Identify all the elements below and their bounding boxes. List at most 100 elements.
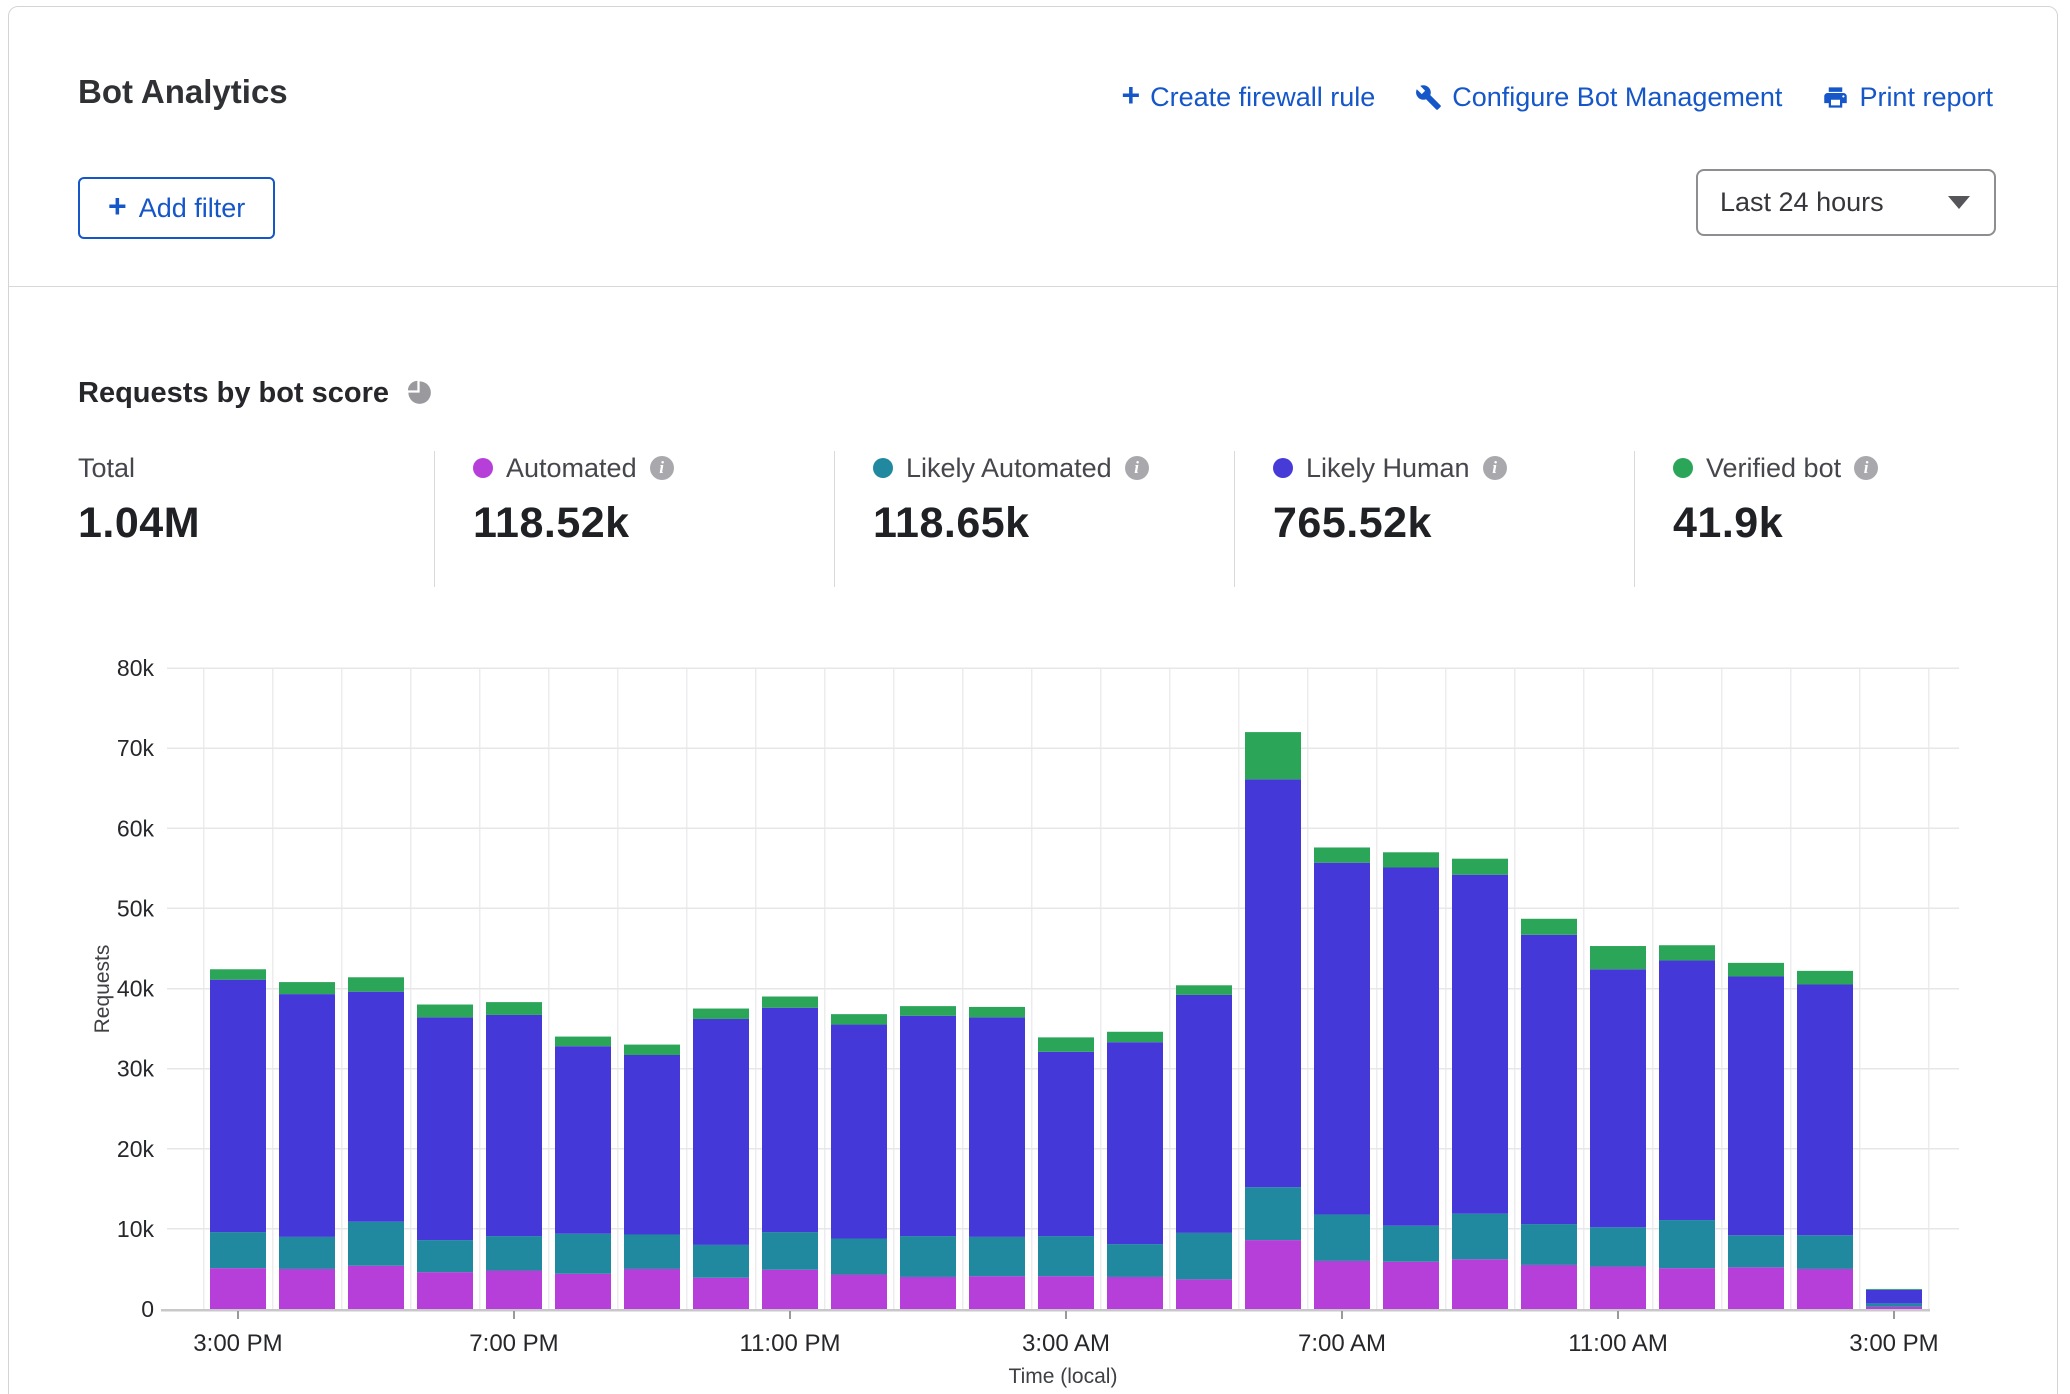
y-tick-label: 30k <box>117 1056 155 1082</box>
bar-segment-likely-automated <box>831 1238 887 1274</box>
stat-likely-automated-value: 118.65k <box>873 499 1234 548</box>
bar-segment-verified-bot <box>900 1006 956 1016</box>
bar-segment-verified-bot <box>1383 852 1439 867</box>
bar-segment-automated <box>693 1278 749 1309</box>
bar-segment-likely-automated <box>624 1234 680 1268</box>
stat-likely-human[interactable]: Likely Human 765.52k <box>1234 451 1634 587</box>
bar-segment-likely-human <box>1383 868 1439 1226</box>
legend-dot-verified-bot <box>1673 458 1693 478</box>
print-report-label: Print report <box>1859 82 1993 113</box>
x-tick-label: 3:00 PM <box>193 1330 282 1357</box>
bar-segment-likely-automated <box>1245 1187 1301 1240</box>
info-icon[interactable] <box>650 456 674 480</box>
bar-segment-likely-human <box>555 1046 611 1233</box>
wrench-icon <box>1415 84 1442 111</box>
y-tick-label: 40k <box>117 976 155 1002</box>
stat-verified-bot-value: 41.9k <box>1673 499 2034 548</box>
bar-segment-likely-human <box>1590 969 1646 1227</box>
bar-segment-verified-bot <box>1590 946 1646 969</box>
bar-segment-likely-automated <box>1797 1235 1853 1269</box>
bar-segment-likely-automated <box>693 1245 749 1278</box>
x-tick-label: 7:00 PM <box>469 1330 558 1357</box>
info-icon[interactable] <box>1483 456 1507 480</box>
bar-segment-likely-automated <box>486 1236 542 1270</box>
requests-chart: 010k20k30k40k50k60k70k80k3:00 PM7:00 PM1… <box>9 641 2063 1394</box>
y-tick-label: 70k <box>117 735 155 761</box>
bar-segment-automated <box>1728 1267 1784 1309</box>
bar-segment-verified-bot <box>1521 919 1577 935</box>
stat-automated[interactable]: Automated 118.52k <box>434 451 834 587</box>
y-tick-label: 60k <box>117 815 155 841</box>
x-axis-title: Time (local) <box>1009 1365 1118 1388</box>
bar-segment-likely-human <box>1659 960 1715 1220</box>
bar-segment-likely-automated <box>417 1240 473 1272</box>
stat-verified-bot[interactable]: Verified bot 41.9k <box>1634 451 2034 587</box>
stat-total: Total 1.04M <box>78 451 434 587</box>
stat-total-label: Total <box>78 453 135 484</box>
header-divider <box>9 286 2057 287</box>
add-filter-button[interactable]: + Add filter <box>78 177 275 239</box>
page-title: Bot Analytics <box>78 73 288 111</box>
bar-segment-likely-automated <box>555 1234 611 1274</box>
analytics-card: Bot Analytics + Create firewall rule Con… <box>8 6 2058 1394</box>
info-icon[interactable] <box>1125 456 1149 480</box>
bar-segment-likely-human <box>1866 1290 1922 1304</box>
bar-segment-likely-automated <box>1866 1303 1922 1306</box>
bar-segment-likely-human <box>969 1017 1025 1237</box>
bar-segment-automated <box>624 1269 680 1309</box>
bar-segment-likely-human <box>1245 779 1301 1187</box>
bar-segment-verified-bot <box>624 1045 680 1055</box>
info-icon[interactable] <box>1854 456 1878 480</box>
bar-segment-verified-bot <box>1314 847 1370 862</box>
bar-segment-automated <box>1314 1261 1370 1309</box>
x-tick-label: 3:00 PM <box>1849 1330 1938 1357</box>
stat-likely-automated[interactable]: Likely Automated 118.65k <box>834 451 1234 587</box>
bar-segment-likely-automated <box>762 1232 818 1270</box>
bar-segment-verified-bot <box>1176 985 1232 995</box>
x-tick-label: 7:00 AM <box>1298 1330 1386 1357</box>
bar-segment-likely-automated <box>1659 1220 1715 1268</box>
bar-segment-likely-automated <box>1590 1227 1646 1266</box>
bar-segment-automated <box>555 1274 611 1309</box>
bar-segment-likely-automated <box>1176 1233 1232 1279</box>
bar-segment-verified-bot <box>762 997 818 1008</box>
bar-segment-verified-bot <box>831 1014 887 1024</box>
bar-segment-automated <box>1797 1269 1853 1309</box>
bar-segment-likely-human <box>624 1055 680 1234</box>
stacked-bar-chart: 010k20k30k40k50k60k70k80k3:00 PM7:00 PM1… <box>9 641 2063 1394</box>
bar-segment-automated <box>279 1269 335 1309</box>
bar-segment-likely-automated <box>279 1237 335 1269</box>
bot-analytics-page: Bot Analytics + Create firewall rule Con… <box>0 0 2070 1394</box>
configure-bot-management-link[interactable]: Configure Bot Management <box>1415 82 1782 113</box>
bar-segment-verified-bot <box>1038 1037 1094 1051</box>
stat-automated-value: 118.52k <box>473 499 834 548</box>
section-heading: Requests by bot score <box>78 377 432 410</box>
y-tick-label: 10k <box>117 1216 155 1242</box>
bar-segment-verified-bot <box>1866 1289 1922 1290</box>
header-actions: + Create firewall rule Configure Bot Man… <box>1121 81 1993 113</box>
bar-segment-likely-human <box>1521 935 1577 1224</box>
bar-segment-likely-human <box>1452 875 1508 1214</box>
create-firewall-rule-link[interactable]: + Create firewall rule <box>1121 81 1375 113</box>
bar-segment-verified-bot <box>555 1037 611 1047</box>
bar-segment-automated <box>1245 1240 1301 1309</box>
bar-segment-verified-bot <box>1797 971 1853 985</box>
bar-segment-likely-human <box>417 1017 473 1240</box>
bar-segment-automated <box>762 1270 818 1309</box>
bar-segment-likely-human <box>1728 976 1784 1235</box>
bar-segment-likely-human <box>348 992 404 1222</box>
print-report-link[interactable]: Print report <box>1822 82 1993 113</box>
y-axis-title: Requests <box>91 945 114 1034</box>
bar-segment-likely-automated <box>1728 1235 1784 1267</box>
bar-segment-likely-automated <box>969 1237 1025 1276</box>
bar-segment-verified-bot <box>348 977 404 991</box>
bar-segment-likely-human <box>279 994 335 1237</box>
legend-dot-likely-human <box>1273 458 1293 478</box>
bar-segment-likely-automated <box>1383 1226 1439 1262</box>
stat-likely-automated-label: Likely Automated <box>906 453 1112 484</box>
time-range-dropdown[interactable]: Last 24 hours <box>1696 169 1996 236</box>
x-tick-label: 11:00 AM <box>1568 1330 1668 1357</box>
bar-segment-automated <box>1659 1268 1715 1309</box>
bar-segment-likely-human <box>900 1016 956 1236</box>
bar-segment-likely-human <box>210 980 266 1232</box>
